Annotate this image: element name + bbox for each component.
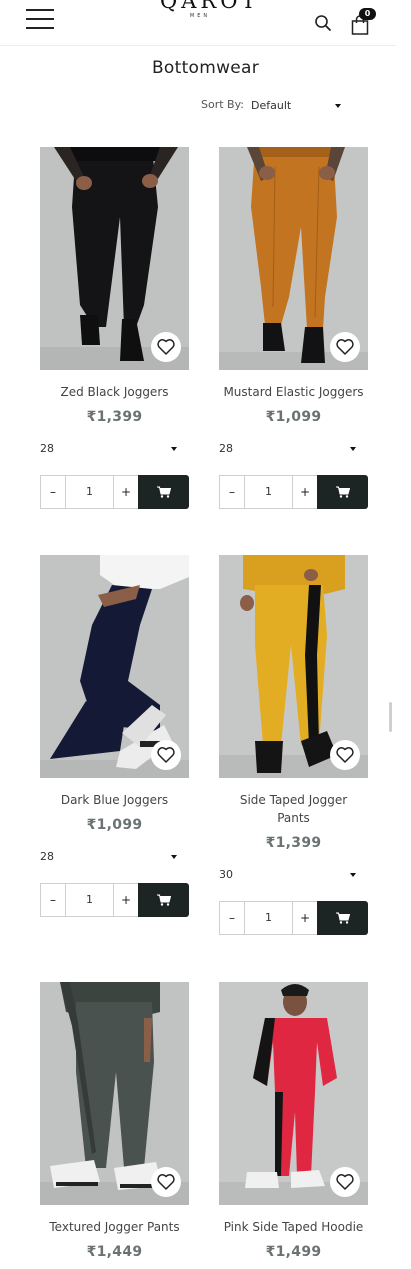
product-card: Dark Blue Joggers ₹1,099 28 – 1 + [40, 555, 189, 917]
add-to-cart-button[interactable] [138, 475, 189, 509]
product-image[interactable] [40, 147, 189, 370]
quantity-stepper: – 1 + [40, 883, 139, 917]
quantity-row: – 1 + [40, 475, 189, 509]
product-name[interactable]: Pink Side Taped Hoodie [219, 1218, 368, 1236]
wishlist-heart-icon[interactable] [330, 740, 360, 770]
size-value: 30 [219, 868, 233, 881]
quantity-row: – 1 + [219, 475, 368, 509]
wishlist-heart-icon[interactable] [151, 740, 181, 770]
sort-label: Sort By: [201, 98, 245, 111]
wishlist-heart-icon[interactable] [151, 1167, 181, 1197]
quantity-stepper: – 1 + [40, 475, 139, 509]
quantity-value[interactable]: 1 [245, 902, 292, 934]
hamburger-icon[interactable] [26, 9, 54, 29]
product-name[interactable]: Side Taped Jogger Pants [219, 791, 368, 827]
decrease-qty-button[interactable]: – [220, 476, 245, 508]
product-price: ₹1,449 [86, 1244, 143, 1260]
site-header: QAROT MEN 0 [0, 0, 396, 46]
increase-qty-button[interactable]: + [292, 476, 317, 508]
caret-down-icon [335, 104, 341, 108]
search-icon[interactable] [314, 14, 332, 32]
product-name[interactable]: Dark Blue Joggers [40, 791, 189, 809]
size-value: 28 [40, 850, 54, 863]
wishlist-heart-icon[interactable] [330, 1167, 360, 1197]
decrease-qty-button[interactable]: – [41, 884, 66, 916]
scrollbar-thumb[interactable] [389, 702, 392, 732]
product-image[interactable] [219, 555, 368, 778]
product-name[interactable]: Mustard Elastic Joggers [219, 383, 368, 401]
quantity-value[interactable]: 1 [245, 476, 292, 508]
product-card: Side Taped Jogger Pants ₹1,399 30 – 1 + [219, 555, 368, 935]
size-select[interactable]: 28 [40, 850, 189, 866]
increase-qty-button[interactable]: + [113, 884, 138, 916]
increase-qty-button[interactable]: + [113, 476, 138, 508]
wishlist-heart-icon[interactable] [151, 332, 181, 362]
product-price: ₹1,099 [265, 409, 322, 425]
size-select[interactable]: 28 [219, 442, 368, 458]
wishlist-heart-icon[interactable] [330, 332, 360, 362]
product-price: ₹1,399 [86, 409, 143, 425]
page-title: Bottomwear [151, 58, 260, 78]
sort-select[interactable]: Default [251, 99, 343, 115]
quantity-row: – 1 + [219, 901, 368, 935]
cart-icon [335, 486, 350, 498]
cart-icon [335, 912, 350, 924]
product-image[interactable] [40, 982, 189, 1205]
quantity-stepper: – 1 + [219, 901, 318, 935]
size-select[interactable]: 30 [219, 868, 368, 884]
brand-logo[interactable]: QAROT MEN [160, 0, 260, 19]
product-card: Zed Black Joggers ₹1,399 28 – 1 + [40, 147, 189, 509]
product-name[interactable]: Zed Black Joggers [40, 383, 189, 401]
cart-icon [156, 486, 171, 498]
quantity-row: – 1 + [40, 883, 189, 917]
add-to-cart-button[interactable] [138, 883, 189, 917]
product-price: ₹1,399 [265, 835, 322, 851]
product-image[interactable] [219, 147, 368, 370]
product-card: Textured Jogger Pants ₹1,449 [40, 982, 189, 1260]
logo-wordmark: QAROT [160, 0, 260, 13]
quantity-stepper: – 1 + [219, 475, 318, 509]
cart-count-badge: 0 [359, 8, 376, 20]
cart-icon [156, 894, 171, 906]
product-price: ₹1,499 [265, 1244, 322, 1260]
product-name[interactable]: Textured Jogger Pants [40, 1218, 189, 1236]
caret-down-icon [350, 873, 356, 877]
product-image[interactable] [40, 555, 189, 778]
quantity-value[interactable]: 1 [66, 476, 113, 508]
decrease-qty-button[interactable]: – [41, 476, 66, 508]
product-image[interactable] [219, 982, 368, 1205]
caret-down-icon [350, 447, 356, 451]
product-price: ₹1,099 [86, 817, 143, 833]
add-to-cart-button[interactable] [317, 475, 368, 509]
decrease-qty-button[interactable]: – [220, 902, 245, 934]
size-value: 28 [40, 442, 54, 455]
size-select[interactable]: 28 [40, 442, 189, 458]
increase-qty-button[interactable]: + [292, 902, 317, 934]
sort-value: Default [251, 99, 292, 112]
size-value: 28 [219, 442, 233, 455]
add-to-cart-button[interactable] [317, 901, 368, 935]
product-card: Mustard Elastic Joggers ₹1,099 28 – 1 + [219, 147, 368, 509]
product-card: Pink Side Taped Hoodie ₹1,499 [219, 982, 368, 1260]
caret-down-icon [171, 855, 177, 859]
caret-down-icon [171, 447, 177, 451]
quantity-value[interactable]: 1 [66, 884, 113, 916]
